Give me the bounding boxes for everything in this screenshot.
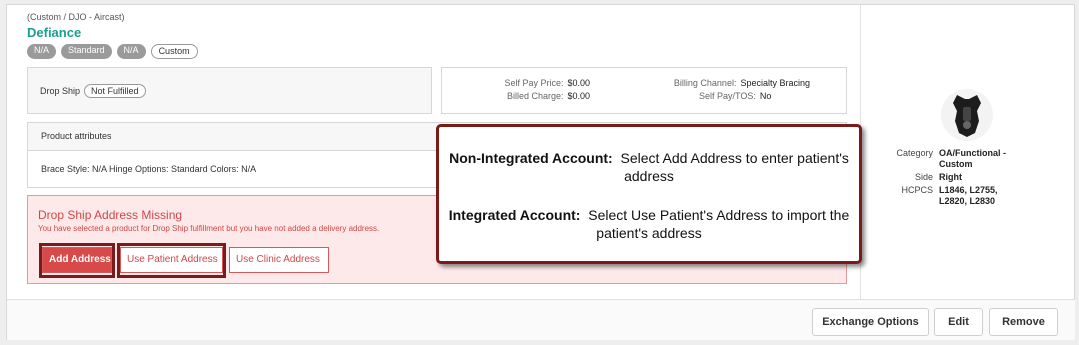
self-pay-price-label: Self Pay Price:: [504, 78, 564, 88]
pricing-col-2: Billing Channel: Specialty Bracing Self P…: [660, 77, 810, 103]
tag-standard: Standard: [61, 44, 112, 59]
callout-line1-text: Select Add Address to enter patient's ad…: [620, 150, 849, 184]
self-pay-price-value: $0.00: [567, 78, 590, 88]
brace-product-image: [941, 89, 993, 141]
tag-na-1: N/A: [27, 44, 57, 59]
side-label: Side: [914, 172, 933, 182]
alert-title: Drop Ship Address Missing: [38, 208, 183, 222]
category-value: OA/Functional - Custom: [939, 148, 1006, 169]
side-value: Right: [939, 172, 962, 182]
tag-na-2: N/A: [116, 44, 146, 59]
add-address-button[interactable]: Add Address: [42, 247, 112, 273]
category-label: Category: [896, 148, 933, 158]
product-name: Defiance: [27, 25, 82, 40]
product-category-line: (Custom / DJO - Aircast): [27, 12, 125, 22]
drop-ship-box: Drop Ship Not Fulfilled: [27, 67, 432, 114]
drop-ship-status-badge: Not Fulfilled: [84, 83, 146, 98]
exchange-options-button[interactable]: Exchange Options: [812, 308, 929, 336]
product-tags: N/A Standard N/A Custom: [27, 44, 198, 59]
billed-charge-value: $0.00: [567, 91, 590, 101]
billing-channel-label: Billing Channel:: [673, 78, 737, 88]
pricing-box: Self Pay Price: $0.00 Billed Charge: $0.00…: [441, 67, 847, 114]
instruction-callout: Non-Integrated Account: Select Add Addre…: [436, 124, 862, 264]
alert-message: You have selected a product for Drop Shi…: [38, 224, 380, 233]
self-pay-tos-value: No: [759, 91, 772, 101]
billed-charge-label: Billed Charge:: [506, 91, 564, 101]
callout-line2-bold: Integrated Account:: [448, 207, 581, 223]
callout-line2-text: Select Use Patient's Address to import t…: [588, 207, 850, 241]
product-summary-panel: Category OA/Functional - Custom Side Right…: [860, 5, 1075, 299]
callout-line1-bold: Non-Integrated Account:: [449, 150, 613, 166]
hcpcs-value: L1846, L2755, L2820, L2830: [939, 185, 998, 206]
product-specs: Category OA/Functional - Custom Side Right…: [885, 148, 1024, 209]
use-clinic-address-button[interactable]: Use Clinic Address: [229, 247, 329, 273]
edit-button[interactable]: Edit: [934, 308, 983, 336]
self-pay-tos-label: Self Pay/TOS:: [699, 91, 756, 101]
drop-ship-label: Drop Ship: [40, 85, 81, 96]
remove-button[interactable]: Remove: [989, 308, 1058, 336]
callout-non-integrated: Non-Integrated Account: Select Add Addre…: [445, 149, 853, 185]
pricing-col-1: Self Pay Price: $0.00 Billed Charge: $0.00: [470, 77, 590, 103]
card-footer: Exchange Options Edit Remove: [7, 299, 1075, 340]
hcpcs-label: HCPCS: [901, 185, 933, 195]
use-patient-address-button[interactable]: Use Patient Address: [120, 247, 223, 273]
callout-integrated: Integrated Account: Select Use Patient's…: [445, 206, 853, 242]
billing-channel-value: Specialty Bracing: [740, 78, 810, 88]
tag-custom: Custom: [150, 44, 198, 59]
